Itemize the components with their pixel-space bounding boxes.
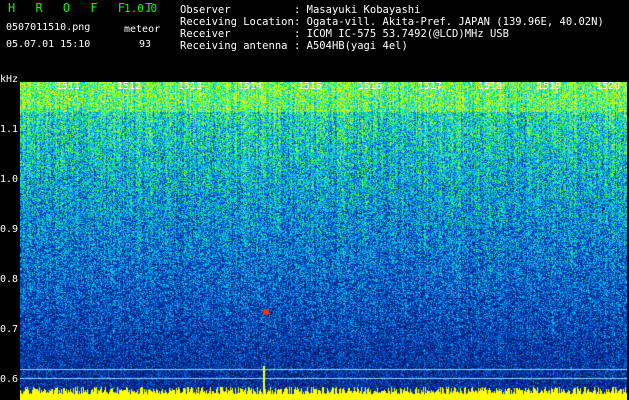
version-label: 1.0.0: [124, 2, 158, 15]
spectrogram-canvas: [20, 82, 627, 400]
date-time: 05.07.01 15:10: [6, 39, 91, 50]
y-tick-label: 1.1: [0, 124, 19, 135]
x-tick-label: 1520: [596, 81, 621, 92]
meta-antenna: Receiving antenna: A504HB(yagi 4el): [180, 40, 408, 52]
meteor-count: 93: [139, 39, 152, 50]
meta-receiver: Receiver: ICOM IC-575 53.7492(@LCD)MHz U…: [180, 28, 509, 40]
x-tick-label: 1517: [418, 81, 443, 92]
y-tick-label: 0.8: [0, 274, 19, 285]
meta-key: Receiver: [180, 28, 231, 40]
mode-label: meteor: [124, 24, 161, 35]
x-tick-label: 1518: [478, 81, 503, 92]
meta-value: Ogata-vill. Akita-Pref. JAPAN (139.96E, …: [306, 16, 604, 28]
x-tick-label: 1513: [178, 81, 203, 92]
meta-value: ICOM IC-575 53.7492(@LCD)MHz USB: [306, 28, 509, 40]
y-tick-label: 0.6: [0, 374, 19, 385]
y-unit-label: kHz: [0, 74, 19, 85]
meta-key: Receiving Location: [180, 16, 294, 28]
meta-observer: Observer: Masayuki Kobayashi: [180, 4, 421, 16]
x-tick-label: 1519: [537, 81, 562, 92]
meta-location: Receiving Location: Ogata-vill. Akita-Pr…: [180, 16, 604, 28]
x-tick-label: 1511: [56, 81, 81, 92]
file-name: 0507011510.png: [6, 22, 91, 33]
meta-key: Receiving antenna: [180, 40, 288, 52]
y-tick-label: 0.7: [0, 324, 19, 335]
meta-value: A504HB(yagi 4el): [306, 40, 408, 52]
x-tick-label: 1514: [238, 81, 263, 92]
meta-value: Masayuki Kobayashi: [306, 4, 421, 16]
y-tick-label: 1.0: [0, 174, 19, 185]
x-tick-label: 1515: [298, 81, 323, 92]
meta-key: Observer: [180, 4, 231, 16]
x-tick-label: 1516: [358, 81, 383, 92]
x-tick-label: 1512: [117, 81, 142, 92]
y-tick-label: 0.9: [0, 224, 19, 235]
